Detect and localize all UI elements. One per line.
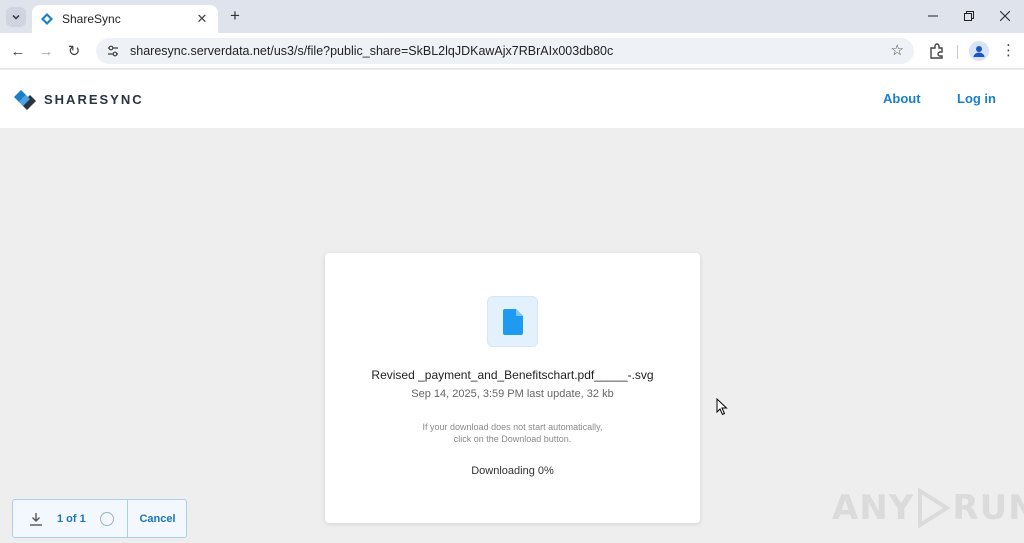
download-status: Downloading 0% (471, 465, 554, 477)
browser-tab[interactable]: ShareSync ✕ (32, 5, 218, 33)
url-text: sharesync.serverdata.net/us3/s/file?publ… (130, 44, 614, 58)
new-tab-icon[interactable]: + (226, 7, 244, 25)
cancel-button[interactable]: Cancel (128, 500, 187, 537)
file-meta: Sep 14, 2025, 3:59 PM last update, 32 kb (411, 388, 614, 400)
play-icon (918, 488, 951, 528)
download-spinner (99, 511, 114, 526)
nav-about-link[interactable]: About (883, 91, 921, 106)
logo[interactable]: SHARESYNC (12, 86, 144, 112)
window-close-icon[interactable] (994, 6, 1016, 26)
back-icon[interactable]: ← (8, 41, 28, 61)
browser-toolbar: ← → ↻ sharesync.serverdata.net/us3/s/fil… (0, 33, 1024, 69)
download-hint-line-1: If your download does not start automati… (422, 422, 603, 432)
sharesync-logo-icon (14, 90, 36, 110)
search-tabs-icon[interactable] (6, 7, 26, 27)
tab-strip: ShareSync ✕ + (0, 0, 1024, 33)
nav-login-link[interactable]: Log in (957, 91, 996, 106)
watermark-left-text: ANY (832, 488, 915, 528)
download-icon (30, 512, 42, 526)
profile-icon[interactable] (969, 41, 989, 61)
anyrun-watermark: ANY RUN (832, 488, 1024, 528)
sharesync-favicon (41, 13, 53, 25)
site-settings-icon[interactable] (106, 44, 120, 58)
bookmark-star-icon[interactable]: ☆ (891, 43, 904, 59)
download-hint: If your download does not start automati… (325, 421, 700, 445)
download-count: 1 of 1 (57, 512, 86, 525)
logo-text: SHARESYNC (44, 91, 144, 107)
download-progress[interactable]: 1 of 1 (13, 500, 127, 537)
file-icon (487, 296, 538, 347)
reload-icon[interactable]: ↻ (64, 41, 84, 61)
restore-icon[interactable] (958, 6, 980, 26)
address-bar[interactable]: sharesync.serverdata.net/us3/s/file?publ… (96, 38, 914, 64)
toolbar-divider (957, 45, 958, 59)
close-icon[interactable]: ✕ (194, 11, 210, 27)
download-bar: 1 of 1 Cancel (12, 499, 187, 538)
site-header: SHARESYNC About Log in (0, 70, 1024, 128)
download-hint-line-2: click on the Download button. (453, 434, 572, 444)
minimize-icon[interactable] (922, 6, 944, 26)
file-name: Revised _payment_and_Benefitschart.pdf__… (371, 368, 654, 382)
watermark-right-text: RUN (952, 488, 1024, 528)
forward-icon[interactable]: → (36, 41, 56, 61)
tab-title: ShareSync (62, 12, 121, 26)
extensions-icon[interactable] (928, 42, 946, 60)
menu-icon[interactable]: ⋮ (1001, 42, 1016, 60)
cursor-icon (716, 398, 728, 416)
download-card: Revised _payment_and_Benefitschart.pdf__… (325, 253, 700, 523)
